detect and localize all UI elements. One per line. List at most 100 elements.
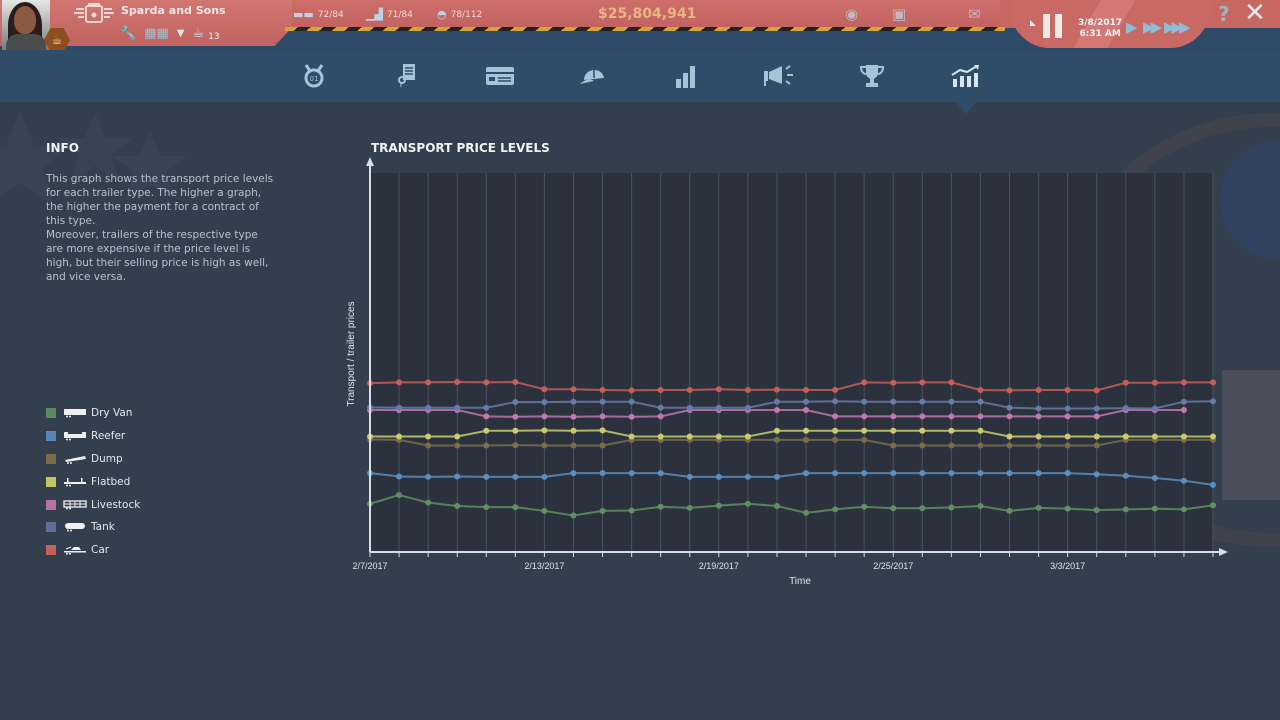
data-point[interactable] — [744, 386, 751, 393]
data-point[interactable] — [890, 379, 897, 386]
data-point[interactable] — [1122, 433, 1129, 440]
data-point[interactable] — [977, 386, 984, 393]
data-point[interactable] — [773, 398, 780, 405]
data-point[interactable] — [1006, 404, 1013, 411]
data-point[interactable] — [425, 379, 432, 386]
legend-item-livestock[interactable]: Livestock — [46, 493, 140, 516]
data-point[interactable] — [919, 442, 926, 449]
data-point[interactable] — [541, 399, 548, 406]
data-point[interactable] — [686, 404, 693, 411]
data-point[interactable] — [890, 398, 897, 405]
garage-icon[interactable]: ▦▦ — [144, 26, 169, 41]
data-point[interactable] — [773, 503, 780, 510]
data-point[interactable] — [861, 398, 868, 405]
data-point[interactable] — [628, 507, 635, 514]
data-point[interactable] — [1006, 470, 1013, 477]
data-point[interactable] — [1006, 507, 1013, 514]
data-point[interactable] — [483, 427, 490, 434]
data-point[interactable] — [803, 398, 810, 405]
play-speed-2-button[interactable]: ▶▶ — [1143, 18, 1162, 36]
radio-icon[interactable]: ▣ — [892, 5, 906, 23]
nav-marketing[interactable] — [761, 60, 797, 92]
data-point[interactable] — [628, 398, 635, 405]
data-point[interactable] — [1006, 433, 1013, 440]
data-point[interactable] — [541, 442, 548, 449]
data-point[interactable] — [861, 379, 868, 386]
data-point[interactable] — [832, 386, 839, 393]
data-point[interactable] — [948, 504, 955, 511]
data-point[interactable] — [425, 499, 432, 506]
data-point[interactable] — [541, 386, 548, 393]
company-logo-icon[interactable] — [74, 3, 114, 25]
data-point[interactable] — [977, 470, 984, 477]
data-point[interactable] — [454, 473, 461, 480]
data-point[interactable] — [686, 473, 693, 480]
data-point[interactable] — [483, 442, 490, 449]
data-point[interactable] — [861, 427, 868, 434]
legend-item-dry-van[interactable]: Dry Van — [46, 402, 140, 425]
data-point[interactable] — [657, 404, 664, 411]
data-point[interactable] — [570, 470, 577, 477]
data-point[interactable] — [483, 473, 490, 480]
data-point[interactable] — [396, 379, 403, 386]
data-point[interactable] — [1064, 413, 1071, 420]
legend-item-car[interactable]: Car — [46, 539, 140, 562]
data-point[interactable] — [1180, 407, 1187, 414]
nav-statistics[interactable] — [668, 60, 704, 92]
data-point[interactable] — [396, 433, 403, 440]
data-point[interactable] — [454, 503, 461, 510]
data-point[interactable] — [454, 379, 461, 386]
data-point[interactable] — [1064, 386, 1071, 393]
data-point[interactable] — [628, 387, 635, 394]
data-point[interactable] — [425, 473, 432, 480]
truck-stat[interactable]: ▁▟ 71/84 — [366, 8, 413, 21]
data-point[interactable] — [396, 492, 403, 499]
data-point[interactable] — [512, 442, 519, 449]
data-point[interactable] — [396, 404, 403, 411]
data-point[interactable] — [686, 386, 693, 393]
data-point[interactable] — [1122, 506, 1129, 513]
data-point[interactable] — [1210, 502, 1216, 509]
data-point[interactable] — [773, 473, 780, 480]
data-point[interactable] — [1064, 442, 1071, 449]
data-point[interactable] — [890, 413, 897, 420]
nav-card[interactable] — [482, 60, 518, 92]
data-point[interactable] — [628, 433, 635, 440]
data-point[interactable] — [1210, 398, 1216, 405]
data-point[interactable] — [454, 433, 461, 440]
data-point[interactable] — [861, 413, 868, 420]
data-point[interactable] — [1151, 433, 1158, 440]
data-point[interactable] — [948, 427, 955, 434]
data-point[interactable] — [919, 505, 926, 512]
data-point[interactable] — [803, 470, 810, 477]
nav-certificate[interactable] — [389, 60, 425, 92]
data-point[interactable] — [1035, 470, 1042, 477]
data-point[interactable] — [948, 398, 955, 405]
data-point[interactable] — [1035, 433, 1042, 440]
data-point[interactable] — [512, 379, 519, 386]
data-point[interactable] — [803, 386, 810, 393]
data-point[interactable] — [628, 413, 635, 420]
mail-icon[interactable]: ✉ — [968, 5, 981, 23]
data-point[interactable] — [803, 427, 810, 434]
data-point[interactable] — [570, 427, 577, 434]
data-point[interactable] — [599, 413, 606, 420]
data-point[interactable] — [890, 505, 897, 512]
close-button[interactable]: ✕ — [1244, 0, 1266, 28]
data-point[interactable] — [715, 404, 722, 411]
data-point[interactable] — [861, 503, 868, 510]
data-point[interactable] — [715, 433, 722, 440]
data-point[interactable] — [512, 413, 519, 420]
data-point[interactable] — [541, 473, 548, 480]
data-point[interactable] — [744, 473, 751, 480]
data-point[interactable] — [948, 470, 955, 477]
data-point[interactable] — [541, 427, 548, 434]
data-point[interactable] — [657, 386, 664, 393]
data-point[interactable] — [657, 503, 664, 510]
data-point[interactable] — [1064, 433, 1071, 440]
data-point[interactable] — [832, 427, 839, 434]
data-point[interactable] — [1122, 405, 1129, 412]
data-point[interactable] — [454, 404, 461, 411]
driver-stat[interactable]: ◓ 78/112 — [437, 8, 482, 21]
data-point[interactable] — [425, 433, 432, 440]
